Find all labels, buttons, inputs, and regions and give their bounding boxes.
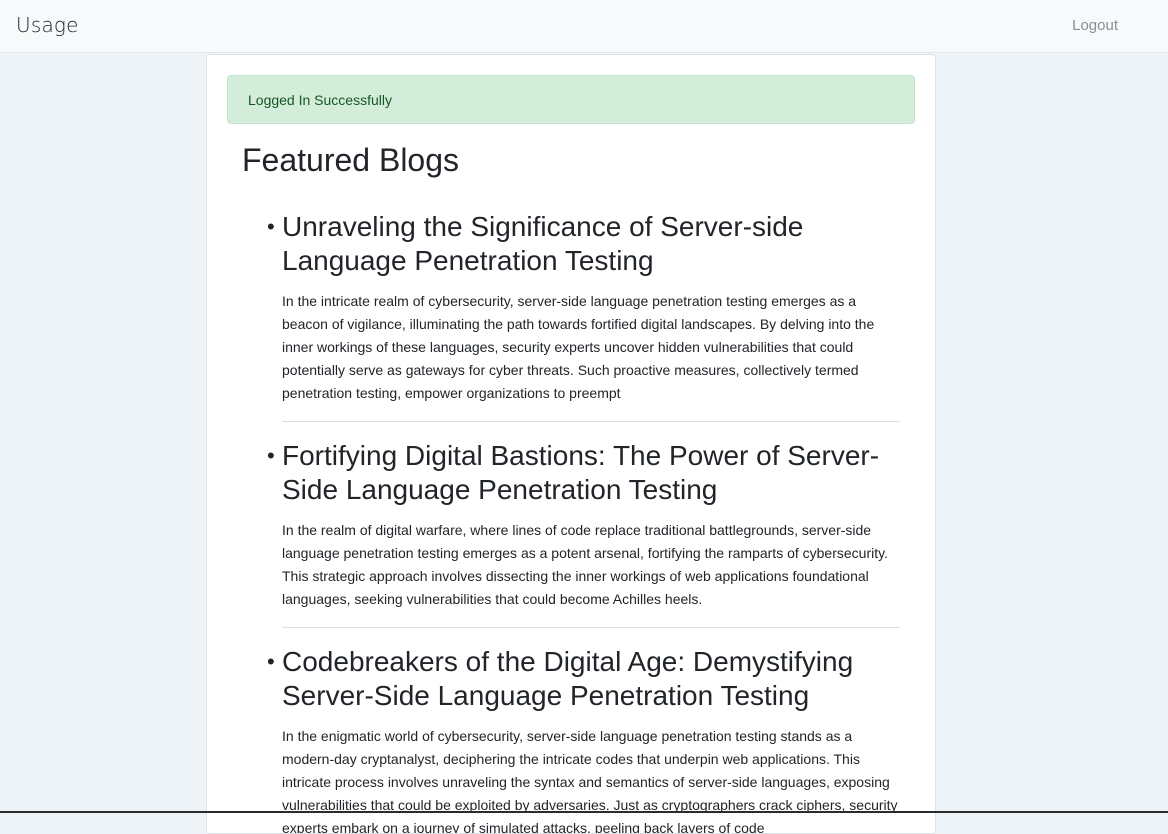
blog-title[interactable]: Codebreakers of the Digital Age: Demysti… [282,645,900,712]
blog-item: • Codebreakers of the Digital Age: Demys… [267,645,900,834]
bullet-icon: • [267,214,275,239]
top-navbar: Usage Logout [0,0,1168,53]
main-card: Logged In Successfully Featured Blogs • … [206,54,936,834]
blog-title[interactable]: Fortifying Digital Bastions: The Power o… [282,439,900,506]
divider [282,627,900,628]
page-title: Featured Blogs [242,142,460,178]
blog-title[interactable]: Unraveling the Significance of Server-si… [282,210,900,277]
success-alert: Logged In Successfully [227,75,915,124]
alert-message: Logged In Successfully [248,92,392,108]
divider [282,421,900,422]
blog-excerpt: In the intricate realm of cybersecurity,… [282,293,875,401]
bullet-icon: • [267,443,275,468]
blog-excerpt: In the realm of digital warfare, where l… [282,522,888,607]
logout-link[interactable]: Logout [1072,16,1118,36]
brand-link[interactable]: Usage [16,12,79,38]
blog-item: • Unraveling the Significance of Server-… [267,210,900,422]
blog-item: • Fortifying Digital Bastions: The Power… [267,439,900,628]
bullet-icon: • [267,649,275,674]
blog-list: • Unraveling the Significance of Server-… [267,210,900,834]
blog-excerpt: In the enigmatic world of cybersecurity,… [282,728,898,834]
